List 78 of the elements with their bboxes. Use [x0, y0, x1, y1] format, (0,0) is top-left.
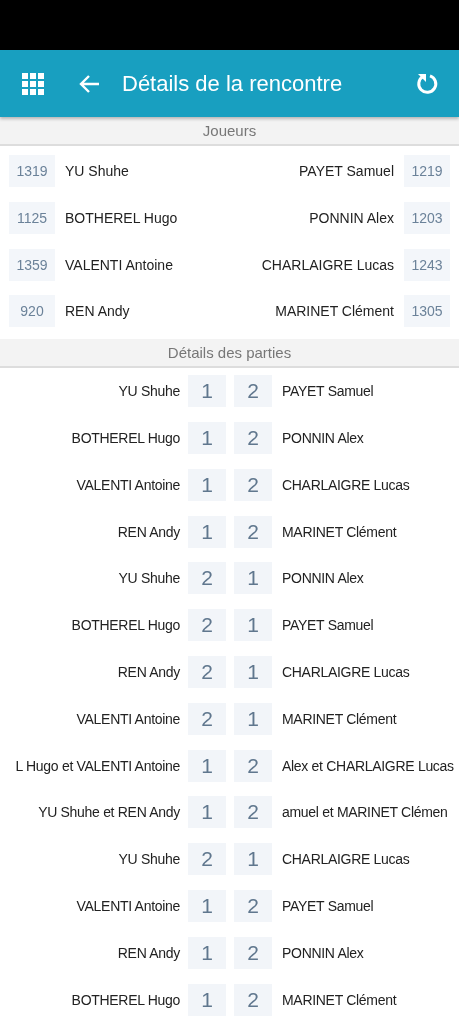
score-badge: 1 — [188, 421, 226, 454]
player-name: BOTHEREL Hugo — [65, 210, 178, 227]
player-name: REN Andy — [117, 663, 180, 680]
rating-badge: 1125 — [9, 202, 55, 235]
score-badge: 2 — [234, 796, 272, 829]
score-badge: 1 — [188, 515, 226, 548]
rating-badge: 1219 — [404, 155, 450, 188]
score-badge: 1 — [188, 936, 226, 969]
refresh-icon[interactable] — [415, 71, 439, 96]
player-name: L Hugo et VALENTI Antoine — [15, 757, 180, 774]
score-badge: 2 — [188, 843, 226, 876]
score-badge: 1 — [188, 983, 226, 1016]
rating-badge: 1319 — [9, 155, 55, 188]
rating-badge: 1243 — [404, 248, 450, 281]
player-name: PAYET Samuel — [281, 617, 375, 634]
score-badge: 2 — [234, 468, 272, 501]
rating-badge: 920 — [9, 295, 55, 328]
player-name: PONNIN Alex — [309, 210, 394, 227]
player-name: YU Shuhe — [65, 163, 129, 180]
player-name: PAYET Samuel — [281, 383, 375, 400]
score-badge: 1 — [188, 796, 226, 829]
score-badge: 1 — [234, 655, 272, 688]
player-name: amuel et MARINET Clémen — [281, 804, 449, 821]
rating-badge: 1359 — [9, 248, 55, 281]
score-badge: 1 — [234, 562, 272, 595]
score-badge: 1 — [188, 889, 226, 922]
player-name: VALENTI Antoine — [76, 476, 180, 493]
score-badge: 1 — [234, 843, 272, 876]
player-name: MARINET Clément — [275, 303, 394, 320]
player-name: VALENTI Antoine — [65, 256, 173, 273]
player-name: CHARLAIGRE Lucas — [261, 256, 394, 273]
screen-title: Détails de la rencontre — [122, 70, 344, 97]
score-badge: 2 — [234, 983, 272, 1016]
player-name: YU Shuhe — [118, 570, 180, 587]
player-name: Alex et CHARLAIGRE Lucas — [281, 757, 455, 774]
score-badge: 1 — [188, 749, 226, 782]
player-name: BOTHEREL Hugo — [71, 991, 180, 1008]
player-name: YU Shuhe et REN Andy — [38, 804, 180, 821]
score-badge: 1 — [188, 468, 226, 501]
player-name: YU Shuhe — [118, 383, 180, 400]
player-name: PAYET Samuel — [299, 163, 394, 180]
player-name: MARINET Clément — [281, 523, 398, 540]
score-badge: 2 — [188, 609, 226, 642]
player-name: VALENTI Antoine — [76, 710, 180, 727]
score-badge: 2 — [234, 375, 272, 408]
score-badge: 2 — [234, 936, 272, 969]
score-badge: 2 — [234, 889, 272, 922]
score-badge: 1 — [234, 702, 272, 735]
player-name: REN Andy — [117, 523, 180, 540]
rating-badge: 1203 — [404, 202, 450, 235]
score-badge: 2 — [188, 655, 226, 688]
player-name: PONNIN Alex — [281, 429, 365, 446]
apps-grid-icon[interactable] — [22, 72, 44, 95]
score-badge: 1 — [234, 609, 272, 642]
player-name: MARINET Clément — [281, 991, 398, 1008]
player-name: BOTHEREL Hugo — [71, 429, 180, 446]
player-name: REN Andy — [117, 944, 180, 961]
score-badge: 1 — [188, 375, 226, 408]
player-name: MARINET Clément — [281, 710, 398, 727]
player-name: CHARLAIGRE Lucas — [281, 476, 411, 493]
player-name: PONNIN Alex — [281, 944, 365, 961]
player-name: BOTHEREL Hugo — [71, 617, 180, 634]
section-title: Joueurs — [202, 122, 257, 139]
section-title: Détails des parties — [167, 343, 292, 361]
score-badge: 2 — [234, 749, 272, 782]
score-badge: 2 — [188, 562, 226, 595]
player-name: CHARLAIGRE Lucas — [281, 663, 411, 680]
score-badge: 2 — [234, 421, 272, 454]
player-name: PONNIN Alex — [281, 570, 365, 587]
player-name: VALENTI Antoine — [76, 897, 180, 914]
player-name: YU Shuhe — [118, 851, 180, 868]
player-name: PAYET Samuel — [281, 897, 375, 914]
back-arrow-icon[interactable] — [78, 73, 100, 94]
rating-badge: 1305 — [404, 295, 450, 328]
player-name: REN Andy — [65, 303, 130, 320]
player-name: CHARLAIGRE Lucas — [281, 851, 411, 868]
score-badge: 2 — [234, 515, 272, 548]
score-badge: 2 — [188, 702, 226, 735]
